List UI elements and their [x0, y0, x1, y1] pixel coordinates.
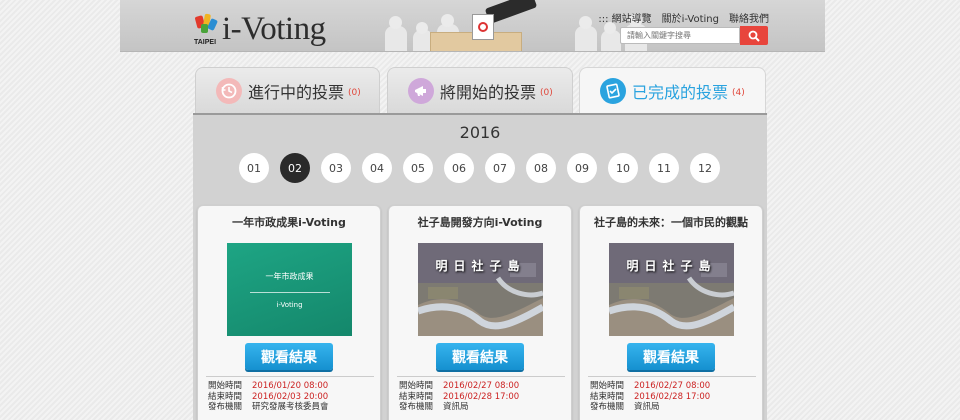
month-03[interactable]: 03 — [321, 153, 351, 183]
end-time: 2016/02/28 17:00 — [634, 391, 711, 402]
month-12[interactable]: 12 — [690, 153, 720, 183]
tab-upcoming-label: 將開始的投票 — [440, 83, 537, 102]
view-result-button[interactable]: 觀看結果 — [627, 343, 715, 370]
vote-card: 一年市政成果i-Voting 一年市政成果 i-Voting 觀看結果 開始時間… — [197, 205, 381, 420]
publishing-agency: 資訊局 — [634, 402, 660, 412]
month-10[interactable]: 10 — [608, 153, 638, 183]
search-input[interactable] — [620, 27, 740, 44]
vote-thumbnail[interactable]: 明日社子島 — [609, 243, 734, 336]
vote-meta: 開始時間 2016/02/27 08:00 結束時間 2016/02/28 17:0… — [399, 381, 520, 412]
vote-meta: 開始時間 2016/01/20 08:00 結束時間 2016/02/03 20:0… — [208, 381, 329, 412]
tab-completed-label: 已完成的投票 — [632, 83, 729, 102]
vote-card-title[interactable]: 社子島開發方向i-Voting — [389, 214, 571, 230]
month-07[interactable]: 07 — [485, 153, 515, 183]
month-06[interactable]: 06 — [444, 153, 474, 183]
vote-card-title[interactable]: 一年市政成果i-Voting — [198, 214, 380, 230]
start-time: 2016/01/20 08:00 — [252, 381, 329, 391]
completed-votes-panel: 2016 01 02 03 04 05 06 07 08 09 10 11 12… — [193, 113, 767, 420]
end-time: 2016/02/28 17:00 — [443, 391, 520, 402]
top-nav: ::: 網站導覽 關於i-Voting 聯絡我們 — [598, 10, 769, 25]
page-background: TAIPEI i-Voting ::: 網站導覽 關於i-Voting 聯絡我們 — [0, 0, 960, 420]
view-result-button[interactable]: 觀看結果 — [245, 343, 333, 370]
month-01[interactable]: 01 — [239, 153, 269, 183]
nav-about[interactable]: 關於i-Voting — [662, 10, 719, 25]
vote-meta: 開始時間 2016/02/27 08:00 結束時間 2016/02/28 17:0… — [590, 381, 711, 412]
finished-ballot-icon — [600, 78, 626, 104]
tab-completed-count: (4) — [732, 87, 745, 98]
tab-ongoing-count: (0) — [348, 87, 361, 98]
taipei-logo-icon: TAIPEI — [194, 13, 218, 46]
publishing-agency: 研究發展考核委員會 — [252, 402, 329, 412]
month-09[interactable]: 09 — [567, 153, 597, 183]
month-02[interactable]: 02 — [280, 153, 310, 183]
tab-ongoing-label: 進行中的投票 — [248, 83, 345, 102]
month-11[interactable]: 11 — [649, 153, 679, 183]
megaphone-icon — [408, 78, 434, 104]
nav-sitemap[interactable]: ::: 網站導覽 — [598, 10, 651, 25]
site-header: TAIPEI i-Voting ::: 網站導覽 關於i-Voting 聯絡我們 — [120, 0, 825, 52]
end-time: 2016/02/03 20:00 — [252, 391, 329, 402]
tab-upcoming-count: (0) — [540, 87, 553, 98]
divider — [397, 376, 565, 377]
divider — [588, 376, 756, 377]
start-time: 2016/02/27 08:00 — [634, 381, 711, 391]
thumbnail-overlay-text: 明日社子島 — [626, 259, 717, 273]
month-selector: 01 02 03 04 05 06 07 08 09 10 11 12 — [239, 153, 720, 183]
clock-history-icon — [216, 78, 242, 104]
month-05[interactable]: 05 — [403, 153, 433, 183]
vote-card: 社子島的未來：一個市民的觀點 明日社子島 觀看結果 開始時間 2016/02/27… — [579, 205, 763, 420]
logo-text: i-Voting — [222, 11, 326, 47]
tab-upcoming[interactable]: 將開始的投票 (0) — [387, 67, 573, 114]
tab-ongoing[interactable]: 進行中的投票 (0) — [195, 67, 380, 114]
vote-thumbnail[interactable]: 一年市政成果 i-Voting — [227, 243, 352, 336]
month-08[interactable]: 08 — [526, 153, 556, 183]
nav-contact[interactable]: 聯絡我們 — [729, 10, 769, 25]
view-result-button[interactable]: 觀看結果 — [436, 343, 524, 370]
site-logo[interactable]: TAIPEI i-Voting — [194, 10, 326, 46]
vote-card-title[interactable]: 社子島的未來：一個市民的觀點 — [580, 214, 762, 230]
search-button[interactable] — [740, 26, 768, 45]
vote-card: 社子島開發方向i-Voting 明日社子島 觀看結果 開始時間 2016/02/2… — [388, 205, 572, 420]
month-04[interactable]: 04 — [362, 153, 392, 183]
divider — [206, 376, 374, 377]
thumbnail-overlay-text: 明日社子島 — [435, 259, 526, 273]
tab-completed[interactable]: 已完成的投票 (4) — [579, 67, 766, 114]
ballot-paper-icon — [472, 14, 494, 40]
search-icon — [748, 30, 760, 42]
publishing-agency: 資訊局 — [443, 402, 469, 412]
year-label: 2016 — [459, 123, 501, 142]
start-time: 2016/02/27 08:00 — [443, 381, 520, 391]
vote-thumbnail[interactable]: 明日社子島 — [418, 243, 543, 336]
